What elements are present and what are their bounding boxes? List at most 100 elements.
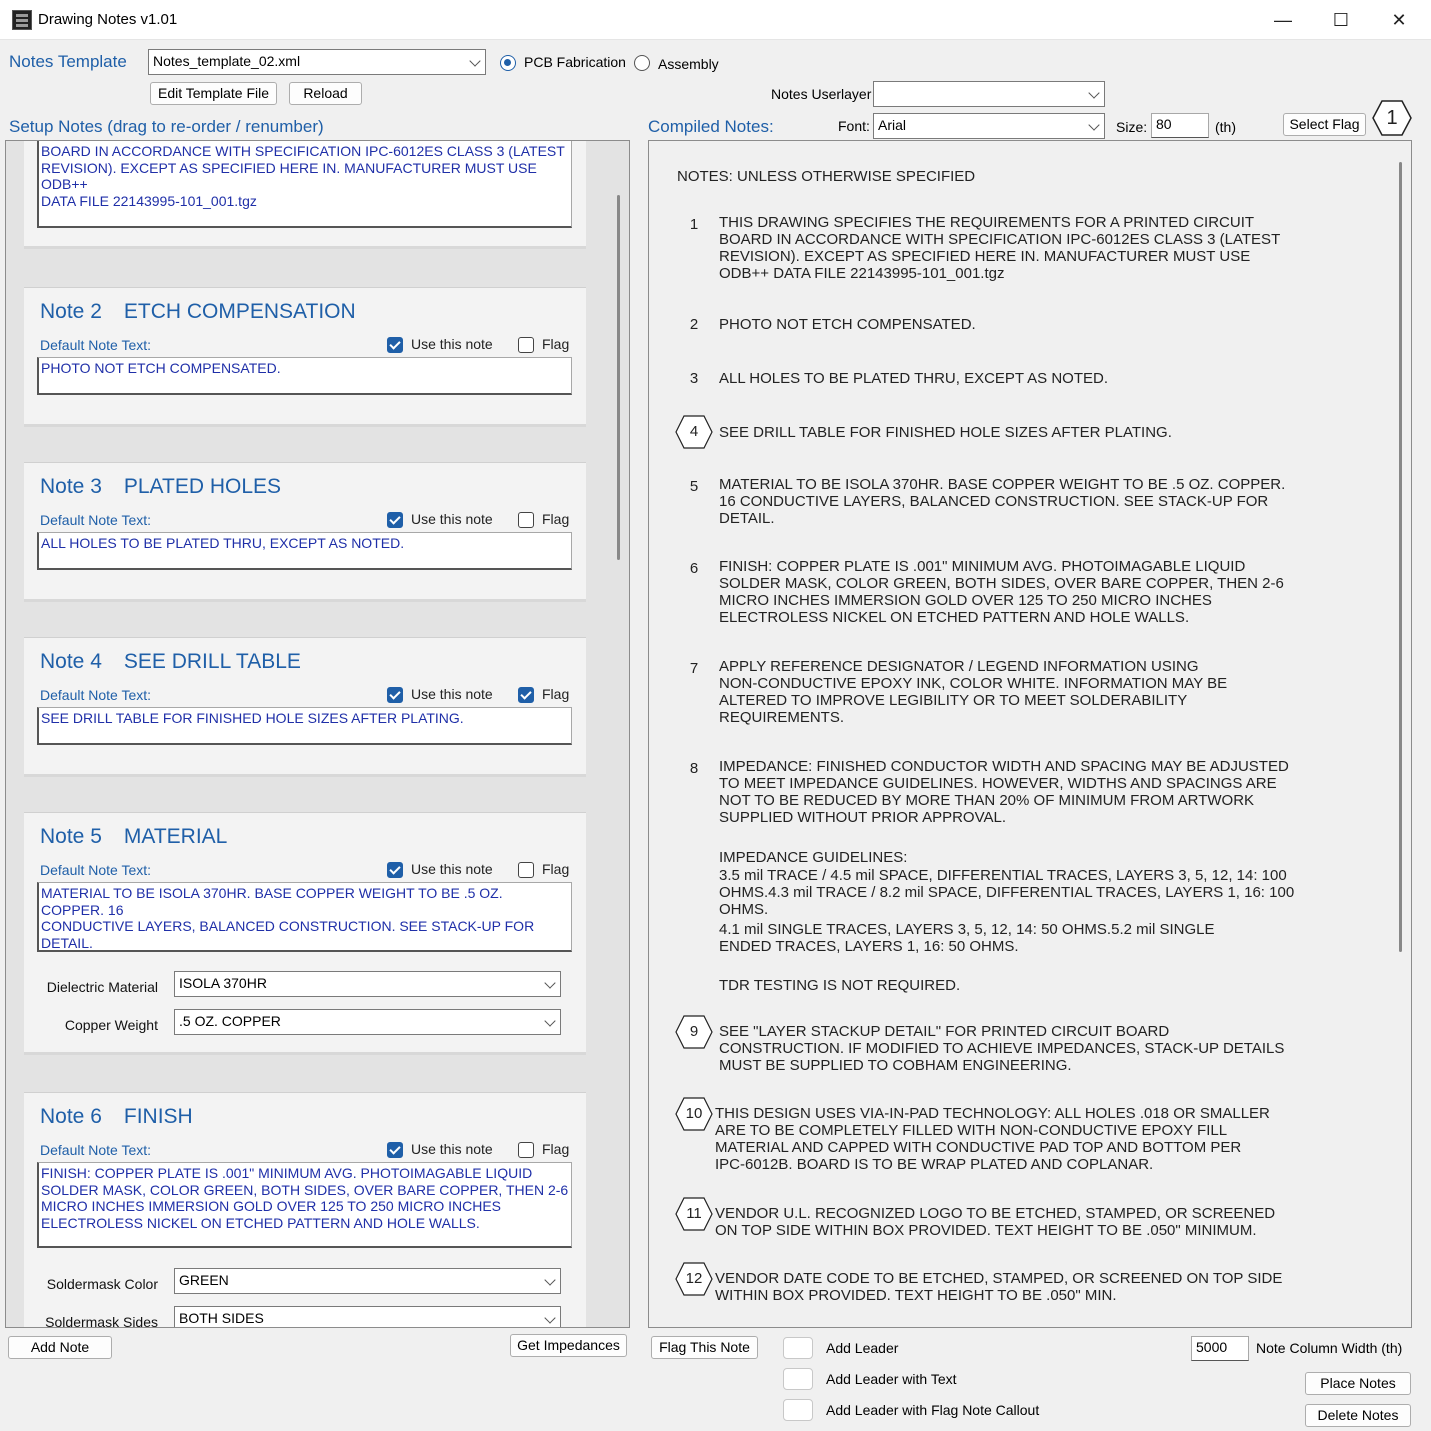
select-flag-button[interactable]: Select Flag <box>1283 113 1366 136</box>
default-note-label: Default Note Text: <box>40 1142 152 1158</box>
flag-label: Flag <box>542 511 570 527</box>
impedance-line: 3.5 mil TRACE / 4.5 mil SPACE, DIFFERENT… <box>719 867 1295 918</box>
soldermask-color-value: GREEN <box>179 1272 229 1288</box>
add-leader-flag-label: Add Leader with Flag Note Callout <box>826 1402 1040 1418</box>
maximize-button[interactable]: ☐ <box>1312 0 1370 40</box>
add-leader-flag-checkbox[interactable] <box>783 1399 813 1421</box>
chevron-down-icon <box>544 1312 556 1324</box>
notes-template-label: Notes Template <box>9 52 127 71</box>
note-card[interactable]: Note 6 FINISH Default Note Text: Use this… <box>24 1092 586 1328</box>
impedance-line: 4.1 mil SINGLE TRACES, LAYERS 3, 5, 12, … <box>719 921 1215 955</box>
use-note-label: Use this note <box>411 686 493 702</box>
size-input[interactable]: 80 <box>1151 113 1209 138</box>
copper-weight-select[interactable]: .5 OZ. COPPER <box>174 1009 561 1035</box>
chevron-down-icon <box>544 977 556 989</box>
edit-template-button[interactable]: Edit Template File <box>150 82 277 105</box>
use-note-label: Use this note <box>411 336 493 352</box>
flag-checkbox[interactable] <box>518 512 534 528</box>
use-note-label: Use this note <box>411 511 493 527</box>
soldermask-sides-select[interactable]: BOTH SIDES <box>174 1306 561 1327</box>
radio-assembly[interactable] <box>634 55 650 71</box>
compiled-note: VENDOR DATE CODE TO BE ETCHED, STAMPED, … <box>715 1270 1283 1304</box>
dielectric-label: Dielectric Material <box>46 979 158 995</box>
note-card[interactable]: Note 4 SEE DRILL TABLE Default Note Text:… <box>24 637 586 777</box>
note-heading: Note 2 ETCH COMPENSATION <box>40 300 356 323</box>
flag-checkbox[interactable] <box>518 687 534 703</box>
chevron-down-icon <box>1088 119 1100 131</box>
compiled-note: MATERIAL TO BE ISOLA 370HR. BASE COPPER … <box>719 476 1286 527</box>
use-note-checkbox[interactable] <box>387 512 403 528</box>
flag-checkbox[interactable] <box>518 1142 534 1158</box>
get-impedances-button[interactable]: Get Impedances <box>510 1334 627 1357</box>
impedance-heading: IMPEDANCE GUIDELINES: <box>719 849 908 866</box>
notes-heading: NOTES: UNLESS OTHERWISE SPECIFIED <box>677 168 976 185</box>
soldermask-color-select[interactable]: GREEN <box>174 1268 561 1294</box>
note-number: 5 <box>689 478 699 495</box>
flag-hexagon-icon[interactable]: 1 <box>1372 100 1412 136</box>
close-button[interactable]: ✕ <box>1370 0 1428 40</box>
chevron-down-icon <box>544 1015 556 1027</box>
note-number: 2 <box>689 316 699 333</box>
note-card[interactable]: Note 5 MATERIAL Default Note Text: Use th… <box>24 812 586 1055</box>
use-note-label: Use this note <box>411 1141 493 1157</box>
font-select[interactable]: Arial <box>873 113 1105 139</box>
use-note-checkbox[interactable] <box>387 337 403 353</box>
note-card[interactable]: BOARD IN ACCORDANCE WITH SPECIFICATION I… <box>24 141 586 249</box>
dielectric-value: ISOLA 370HR <box>179 975 267 991</box>
column-width-input[interactable]: 5000 <box>1191 1336 1249 1361</box>
add-leader-text-label: Add Leader with Text <box>826 1371 957 1387</box>
radio-pcb-label: PCB Fabrication <box>524 54 626 70</box>
dielectric-select[interactable]: ISOLA 370HR <box>174 971 561 997</box>
chevron-down-icon <box>1088 87 1100 99</box>
note-text-input[interactable]: ALL HOLES TO BE PLATED THRU, EXCEPT AS N… <box>37 532 572 570</box>
flag-this-note-button[interactable]: Flag This Note <box>651 1336 758 1359</box>
compiled-note: SEE "LAYER STACKUP DETAIL" FOR PRINTED C… <box>719 1023 1285 1074</box>
chevron-down-icon <box>469 55 481 67</box>
right-scrollbar-thumb[interactable] <box>1399 162 1402 952</box>
flag-hexagon-icon: 4 <box>675 415 713 449</box>
compiled-note: VENDOR U.L. RECOGNIZED LOGO TO BE ETCHED… <box>715 1205 1276 1239</box>
note-text-input[interactable]: BOARD IN ACCORDANCE WITH SPECIFICATION I… <box>37 141 572 228</box>
note-text-input[interactable]: MATERIAL TO BE ISOLA 370HR. BASE COPPER … <box>37 882 572 952</box>
userlayer-select[interactable] <box>873 81 1105 107</box>
use-note-checkbox[interactable] <box>387 862 403 878</box>
size-label: Size: <box>1116 119 1148 135</box>
flag-symbol: 1 <box>1386 107 1398 129</box>
compiled-notes-title: Compiled Notes: <box>648 117 774 136</box>
column-width-label: Note Column Width (th) <box>1256 1340 1403 1356</box>
flag-hexagon-icon: 12 <box>675 1262 713 1296</box>
note-text-input[interactable]: FINISH: COPPER PLATE IS .001" MINIMUM AV… <box>37 1162 572 1248</box>
note-text-input[interactable]: PHOTO NOT ETCH COMPENSATED. <box>37 357 572 395</box>
default-note-label: Default Note Text: <box>40 687 152 703</box>
add-leader-checkbox[interactable] <box>783 1337 813 1359</box>
reload-button[interactable]: Reload <box>289 82 362 105</box>
place-notes-button[interactable]: Place Notes <box>1305 1372 1411 1395</box>
minimize-button[interactable]: — <box>1254 0 1312 40</box>
compiled-notes-panel: NOTES: UNLESS OTHERWISE SPECIFIED 1 THIS… <box>648 140 1412 1328</box>
note-card[interactable]: Note 3 PLATED HOLES Default Note Text: Us… <box>24 462 586 602</box>
add-leader-text-checkbox[interactable] <box>783 1368 813 1390</box>
default-note-label: Default Note Text: <box>40 512 152 528</box>
add-note-button[interactable]: Add Note <box>8 1336 112 1359</box>
flag-hexagon-icon: 11 <box>675 1197 713 1231</box>
compiled-note: SEE DRILL TABLE FOR FINISHED HOLE SIZES … <box>719 424 1172 441</box>
left-scrollbar-thumb[interactable] <box>617 195 620 560</box>
flag-checkbox[interactable] <box>518 337 534 353</box>
use-note-checkbox[interactable] <box>387 687 403 703</box>
radio-pcb-fabrication[interactable] <box>500 55 516 71</box>
flag-label: Flag <box>542 861 570 877</box>
flag-checkbox[interactable] <box>518 862 534 878</box>
delete-notes-button[interactable]: Delete Notes <box>1305 1404 1411 1427</box>
use-note-checkbox[interactable] <box>387 1142 403 1158</box>
template-value: Notes_template_02.xml <box>153 53 301 69</box>
userlayer-label: Notes Userlayer <box>771 86 872 102</box>
default-note-label: Default Note Text: <box>40 862 152 878</box>
note-text-input[interactable]: SEE DRILL TABLE FOR FINISHED HOLE SIZES … <box>37 707 572 745</box>
note-heading: Note 5 MATERIAL <box>40 825 228 848</box>
note-number: 3 <box>689 370 699 387</box>
compiled-note: THIS DESIGN USES VIA-IN-PAD TECHNOLOGY: … <box>715 1105 1270 1173</box>
setup-notes-panel[interactable]: BOARD IN ACCORDANCE WITH SPECIFICATION I… <box>5 140 630 1328</box>
template-select[interactable]: Notes_template_02.xml <box>148 49 486 75</box>
note-card[interactable]: Note 2 ETCH COMPENSATION Default Note Tex… <box>24 287 586 427</box>
soldermask-sides-label: Soldermask Sides <box>45 1314 158 1328</box>
